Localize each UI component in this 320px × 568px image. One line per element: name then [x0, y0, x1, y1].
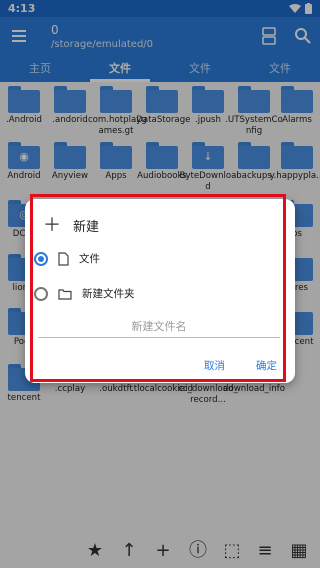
folder-outline-icon: [58, 288, 72, 300]
option-file[interactable]: 文件: [34, 251, 100, 266]
cancel-button[interactable]: 取消: [204, 358, 225, 373]
radio-file[interactable]: [34, 251, 48, 266]
option-file-label: 文件: [79, 253, 100, 265]
dialog-title: ＋ 新建: [43, 216, 99, 235]
dialog-title-text: 新建: [73, 220, 100, 235]
plus-icon: ＋: [43, 214, 61, 236]
option-folder[interactable]: 新建文件夹: [34, 286, 135, 301]
file-icon: [58, 251, 69, 266]
radio-folder[interactable]: [34, 286, 48, 301]
option-folder-label: 新建文件夹: [82, 288, 135, 300]
confirm-button[interactable]: 确定: [256, 358, 277, 373]
filename-input[interactable]: [38, 316, 280, 338]
